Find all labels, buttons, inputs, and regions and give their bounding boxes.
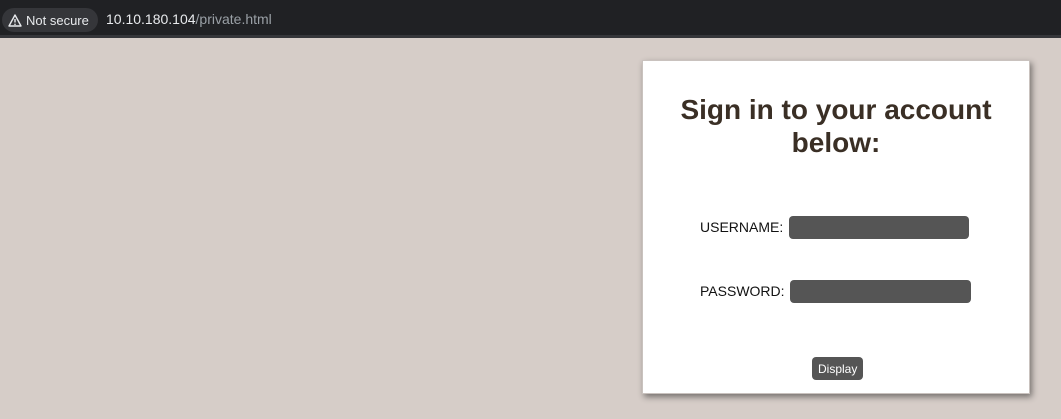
display-button[interactable]: Display <box>812 357 864 380</box>
login-title: Sign in to your account below: <box>680 94 992 158</box>
username-input[interactable] <box>789 216 969 239</box>
url-path: /private.html <box>195 11 272 27</box>
url-field[interactable]: 10.10.180.104/private.html <box>106 11 272 27</box>
password-label: PASSWORD: <box>700 283 785 299</box>
security-label: Not secure <box>26 12 89 28</box>
username-label: USERNAME: <box>700 219 784 235</box>
login-panel: Sign in to your account below: USERNAME:… <box>642 60 1030 394</box>
security-indicator[interactable]: Not secure <box>2 8 98 32</box>
warning-triangle-icon <box>8 13 22 27</box>
browser-address-bar: Not secure 10.10.180.104/private.html <box>0 0 1061 38</box>
url-host: 10.10.180.104 <box>106 11 196 27</box>
password-input[interactable] <box>790 280 971 303</box>
